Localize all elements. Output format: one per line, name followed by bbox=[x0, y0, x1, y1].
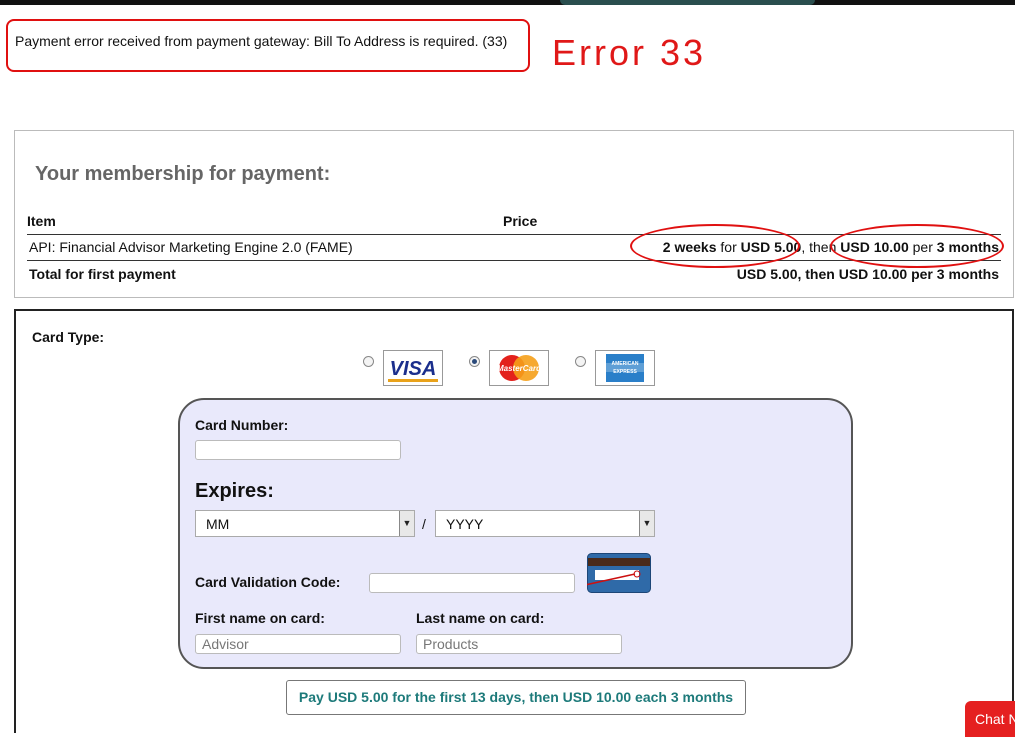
expiry-year-value: YYYY bbox=[446, 516, 484, 532]
chat-button[interactable]: Chat N bbox=[965, 701, 1015, 737]
expiry-year-select[interactable]: YYYY ▼ bbox=[435, 510, 655, 537]
col-item-header: Item bbox=[27, 213, 56, 229]
chevron-down-icon[interactable]: ▼ bbox=[639, 511, 654, 536]
svg-text:MasterCard: MasterCard bbox=[497, 364, 542, 373]
svg-text:VISA: VISA bbox=[390, 358, 437, 380]
card-type-radio-amex[interactable] bbox=[575, 356, 586, 367]
col-price-header: Price bbox=[503, 213, 538, 229]
payment-form: Card Type: VISA MasterCard AMERICAN EXPRE… bbox=[14, 309, 1014, 733]
annotation-circle-trial bbox=[630, 224, 800, 268]
top-banner-strip bbox=[0, 0, 1015, 5]
membership-total-row: Total for first payment USD 5.00, then U… bbox=[27, 261, 1001, 286]
cvc-input[interactable] bbox=[369, 573, 575, 593]
expiry-month-select[interactable]: MM ▼ bbox=[195, 510, 415, 537]
card-type-label: Card Type: bbox=[32, 329, 105, 345]
membership-heading: Your membership for payment: bbox=[35, 163, 331, 185]
card-type-radio-mastercard[interactable] bbox=[469, 356, 480, 367]
error-message-box: Payment error received from payment gate… bbox=[6, 19, 530, 72]
total-label: Total for first payment bbox=[29, 266, 176, 282]
total-value: USD 5.00, then USD 10.00 per 3 months bbox=[736, 266, 999, 282]
membership-item-name: API: Financial Advisor Marketing Engine … bbox=[29, 239, 353, 255]
expires-label: Expires: bbox=[195, 480, 274, 502]
amex-logo-icon[interactable]: AMERICAN EXPRESS bbox=[595, 350, 655, 386]
card-type-radio-visa[interactable] bbox=[363, 356, 374, 367]
first-name-label: First name on card: bbox=[195, 610, 325, 626]
card-back-cvc-icon bbox=[584, 553, 651, 593]
annotation-circle-regular bbox=[830, 224, 1004, 268]
cvc-label: Card Validation Code: bbox=[195, 574, 341, 590]
expiry-month-value: MM bbox=[206, 516, 230, 532]
error-message-text: Payment error received from payment gate… bbox=[15, 33, 508, 49]
last-name-label: Last name on card: bbox=[416, 610, 545, 626]
expiry-separator: / bbox=[422, 516, 426, 532]
svg-text:EXPRESS: EXPRESS bbox=[613, 369, 637, 375]
chevron-down-icon[interactable]: ▼ bbox=[399, 511, 414, 536]
error-annotation: Error 33 bbox=[552, 32, 707, 73]
pay-button[interactable]: Pay USD 5.00 for the first 13 days, then… bbox=[286, 680, 746, 715]
visa-logo-icon[interactable]: VISA bbox=[383, 350, 443, 386]
banner-accent bbox=[560, 0, 815, 5]
mastercard-logo-icon[interactable]: MasterCard bbox=[489, 350, 549, 386]
card-number-input[interactable] bbox=[195, 440, 401, 460]
svg-text:AMERICAN: AMERICAN bbox=[612, 361, 639, 367]
membership-summary: Your membership for payment: Item Price … bbox=[14, 130, 1014, 298]
card-details-panel: Card Number: Expires: MM ▼ / YYYY ▼ Card… bbox=[178, 398, 853, 669]
card-number-label: Card Number: bbox=[195, 417, 289, 433]
last-name-input[interactable]: Products bbox=[416, 634, 622, 654]
first-name-input[interactable]: Advisor bbox=[195, 634, 401, 654]
